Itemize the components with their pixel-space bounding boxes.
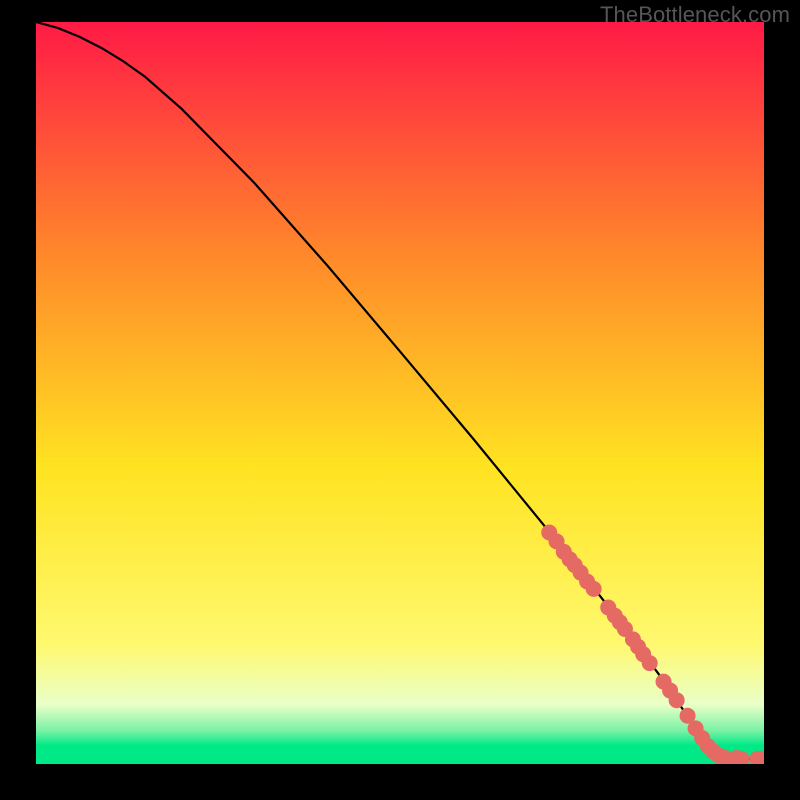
data-marker [669, 692, 685, 708]
plot-area [36, 22, 764, 764]
gradient-bg [36, 22, 764, 764]
data-marker [642, 655, 658, 671]
chart-svg [36, 22, 764, 764]
data-marker [586, 581, 602, 597]
attribution-label: TheBottleneck.com [600, 2, 790, 28]
chart-frame: TheBottleneck.com [0, 0, 800, 800]
